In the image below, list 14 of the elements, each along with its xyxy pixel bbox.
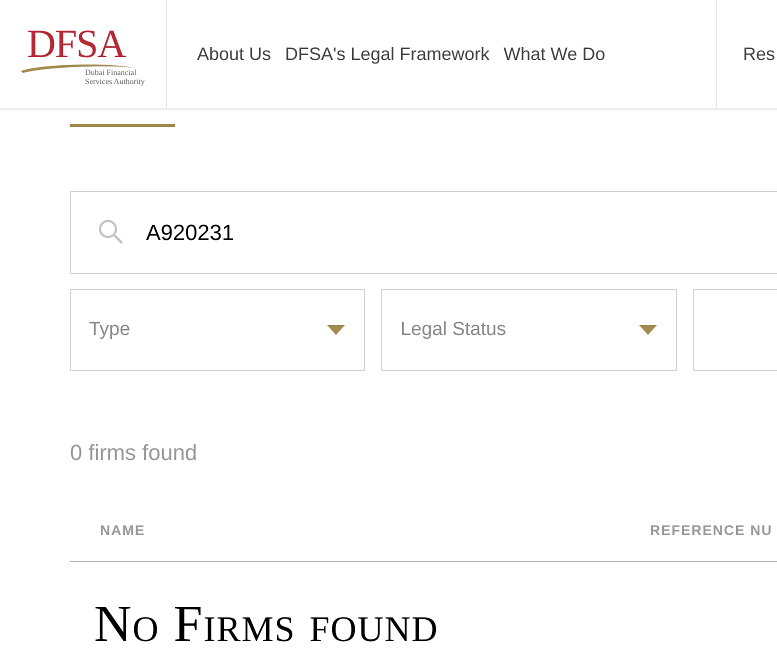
nav-link[interactable]: About Us <box>197 40 272 68</box>
search-field[interactable]: A920231 <box>70 191 777 274</box>
logo-wordmark[interactable]: DFSA <box>27 22 126 66</box>
nav-link[interactable]: What We Do <box>504 40 606 68</box>
caret-icon <box>638 325 657 335</box>
nav-link[interactable]: DFSA's Legal Framework <box>285 40 490 68</box>
results-count: 0 firms found <box>70 439 198 467</box>
empty-message: No Firms found <box>94 597 439 653</box>
logo-tagline: Dubai Financial Services Authority <box>85 68 146 86</box>
column-header: NAME <box>100 521 146 540</box>
column-header: REFERENCE NU <box>650 521 772 540</box>
search-icon <box>98 219 124 245</box>
caret-icon <box>327 325 346 335</box>
nav-link[interactable]: Res <box>743 40 776 68</box>
